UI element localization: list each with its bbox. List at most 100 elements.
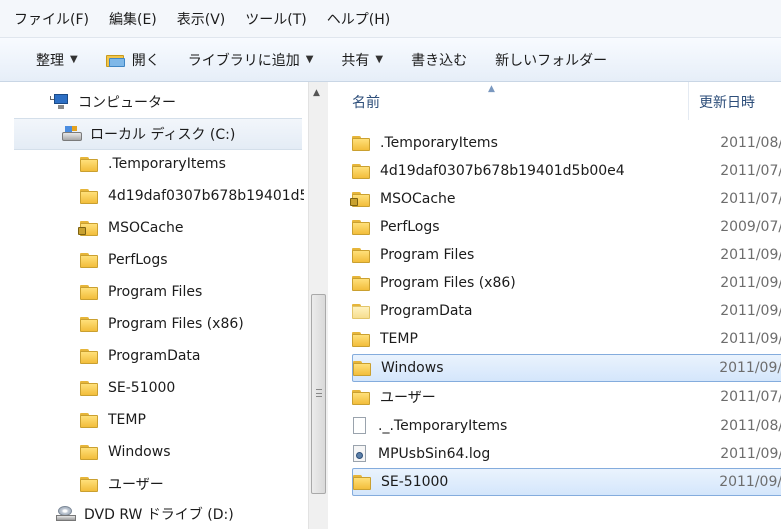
local-disk-icon bbox=[62, 126, 82, 142]
file-name: Program Files (x86) bbox=[380, 275, 516, 291]
column-header-name[interactable]: 名前 bbox=[352, 92, 380, 112]
file-row[interactable]: ユーザー 2011/07/2 bbox=[352, 383, 781, 411]
nav-item-label: MSOCache bbox=[108, 220, 184, 236]
file-date: 2011/08/2 bbox=[720, 418, 781, 434]
file-date: 2011/07/2 bbox=[720, 191, 781, 207]
locked-folder-icon bbox=[78, 220, 98, 236]
file-row-selected[interactable]: SE-51000 2011/09/2 bbox=[352, 468, 781, 496]
file-date: 2011/08/2 bbox=[720, 135, 781, 151]
file-row[interactable]: ._.TemporaryItems 2011/08/2 bbox=[352, 412, 781, 440]
file-name: MSOCache bbox=[380, 191, 456, 207]
organize-button[interactable]: 整理 ▼ bbox=[36, 50, 78, 70]
column-divider[interactable] bbox=[688, 82, 689, 120]
folder-icon bbox=[352, 219, 370, 235]
file-row[interactable]: ProgramData 2011/09/2 bbox=[352, 297, 781, 325]
menu-file[interactable]: ファイル(F) bbox=[14, 9, 89, 29]
nav-item-label: SE-51000 bbox=[108, 380, 176, 396]
file-name: ユーザー bbox=[380, 390, 436, 406]
nav-item-label: Windows bbox=[108, 444, 171, 460]
nav-item-label: ユーザー bbox=[108, 477, 164, 493]
folder-icon bbox=[352, 331, 370, 347]
file-name: ._.TemporaryItems bbox=[378, 418, 508, 434]
file-row[interactable]: MPUsbSin64.log 2011/09/0 bbox=[352, 440, 781, 468]
scroll-thumb[interactable] bbox=[311, 294, 326, 494]
share-label: 共有 bbox=[341, 52, 370, 69]
folder-icon bbox=[352, 135, 370, 151]
file-row[interactable]: Program Files 2011/09/1 bbox=[352, 241, 781, 269]
folder-icon bbox=[353, 360, 371, 376]
file-name: PerfLogs bbox=[380, 219, 440, 235]
file-row[interactable]: .TemporaryItems 2011/08/2 bbox=[352, 129, 781, 157]
dropdown-arrow-icon: ▼ bbox=[305, 54, 314, 65]
nav-item-folder[interactable]: PerfLogs bbox=[0, 244, 308, 276]
nav-item-label: TEMP bbox=[108, 412, 146, 428]
file-date: 2011/09/1 bbox=[720, 247, 781, 263]
grip-icon bbox=[316, 389, 322, 397]
open-folder-icon bbox=[105, 52, 126, 68]
file-date: 2011/09/1 bbox=[720, 331, 781, 347]
burn-button[interactable]: 書き込む bbox=[411, 50, 467, 70]
folder-icon bbox=[80, 316, 98, 332]
file-name: .TemporaryItems bbox=[380, 135, 498, 151]
file-row[interactable]: MSOCache 2011/07/2 bbox=[350, 185, 781, 213]
folder-icon bbox=[80, 252, 98, 268]
command-bar: 整理 ▼ 開く ライブラリに追加 ▼ 共有 ▼ 書き込む 新しいフォルダー bbox=[0, 38, 781, 82]
menu-edit[interactable]: 編集(E) bbox=[109, 9, 157, 29]
add-to-library-button[interactable]: ライブラリに追加 ▼ bbox=[188, 50, 314, 70]
nav-item-computer[interactable]: コンピューター bbox=[0, 86, 308, 118]
nav-item-folder[interactable]: 4d19daf0307b678b19401d5b00e4 bbox=[0, 180, 308, 212]
file-row-highlighted[interactable]: Windows 2011/09/2 bbox=[352, 354, 781, 382]
file-name: 4d19daf0307b678b19401d5b00e4 bbox=[380, 163, 625, 179]
file-row[interactable]: 4d19daf0307b678b19401d5b00e4 2011/07/2 bbox=[352, 157, 781, 185]
nav-item-label: ローカル ディスク (C:) bbox=[90, 127, 236, 143]
file-name: ProgramData bbox=[380, 303, 473, 319]
new-folder-button[interactable]: 新しいフォルダー bbox=[495, 50, 607, 70]
menu-help[interactable]: ヘルプ(H) bbox=[327, 9, 390, 29]
scroll-up-arrow-icon[interactable]: ▲ bbox=[313, 88, 320, 98]
nav-item-folder[interactable]: ユーザー bbox=[0, 468, 308, 500]
nav-scrollbar[interactable]: ▲ bbox=[308, 82, 328, 529]
nav-item-label: Program Files (x86) bbox=[108, 316, 244, 332]
column-header-date[interactable]: 更新日時 bbox=[699, 92, 755, 112]
file-date: 2011/07/2 bbox=[720, 163, 781, 179]
nav-item-label: コンピューター bbox=[78, 95, 176, 111]
nav-item-folder[interactable]: Program Files bbox=[0, 276, 308, 308]
computer-icon bbox=[50, 94, 70, 110]
nav-item-folder[interactable]: TEMP bbox=[0, 404, 308, 436]
nav-item-label: ProgramData bbox=[108, 348, 201, 364]
open-button[interactable]: 開く bbox=[105, 50, 160, 70]
file-date: 2011/07/2 bbox=[720, 389, 781, 405]
file-date: 2011/09/2 bbox=[719, 360, 781, 376]
nav-item-local-disk[interactable]: ローカル ディスク (C:) bbox=[14, 118, 302, 150]
share-button[interactable]: 共有 ▼ bbox=[341, 50, 383, 70]
folder-icon bbox=[80, 412, 98, 428]
sort-ascending-icon: ▲ bbox=[488, 84, 495, 94]
file-name: Program Files bbox=[380, 247, 475, 263]
nav-item-folder[interactable]: ProgramData bbox=[0, 340, 308, 372]
hidden-folder-icon bbox=[352, 303, 370, 319]
folder-icon bbox=[80, 156, 98, 172]
folder-icon bbox=[352, 247, 370, 263]
menu-view[interactable]: 表示(V) bbox=[177, 9, 226, 29]
nav-item-folder[interactable]: MSOCache bbox=[0, 212, 308, 244]
nav-item-folder[interactable]: Windows bbox=[0, 436, 308, 468]
nav-item-folder[interactable]: SE-51000 bbox=[0, 372, 308, 404]
menu-tools[interactable]: ツール(T) bbox=[245, 9, 306, 29]
dvd-drive-icon bbox=[56, 506, 76, 522]
nav-item-label: 4d19daf0307b678b19401d5b00e4 bbox=[108, 188, 304, 204]
file-row[interactable]: TEMP 2011/09/1 bbox=[352, 325, 781, 353]
nav-item-folder[interactable]: Program Files (x86) bbox=[0, 308, 308, 340]
folder-icon bbox=[80, 188, 98, 204]
folder-icon bbox=[80, 284, 98, 300]
file-date: 2011/09/2 bbox=[719, 474, 781, 490]
file-list-pane: 名前 ▲ 更新日時 .TemporaryItems 2011/08/2 4d19… bbox=[328, 82, 781, 529]
file-row[interactable]: PerfLogs 2009/07/1 bbox=[352, 213, 781, 241]
locked-folder-icon bbox=[350, 191, 370, 207]
dropdown-arrow-icon: ▼ bbox=[70, 54, 78, 65]
nav-item-folder[interactable]: .TemporaryItems bbox=[0, 148, 308, 180]
folder-icon bbox=[80, 380, 98, 396]
log-file-icon bbox=[352, 445, 368, 463]
new-folder-label: 新しいフォルダー bbox=[495, 52, 608, 69]
file-row[interactable]: Program Files (x86) 2011/09/2 bbox=[352, 269, 781, 297]
nav-item-dvd-drive[interactable]: DVD RW ドライブ (D:) bbox=[0, 498, 308, 529]
